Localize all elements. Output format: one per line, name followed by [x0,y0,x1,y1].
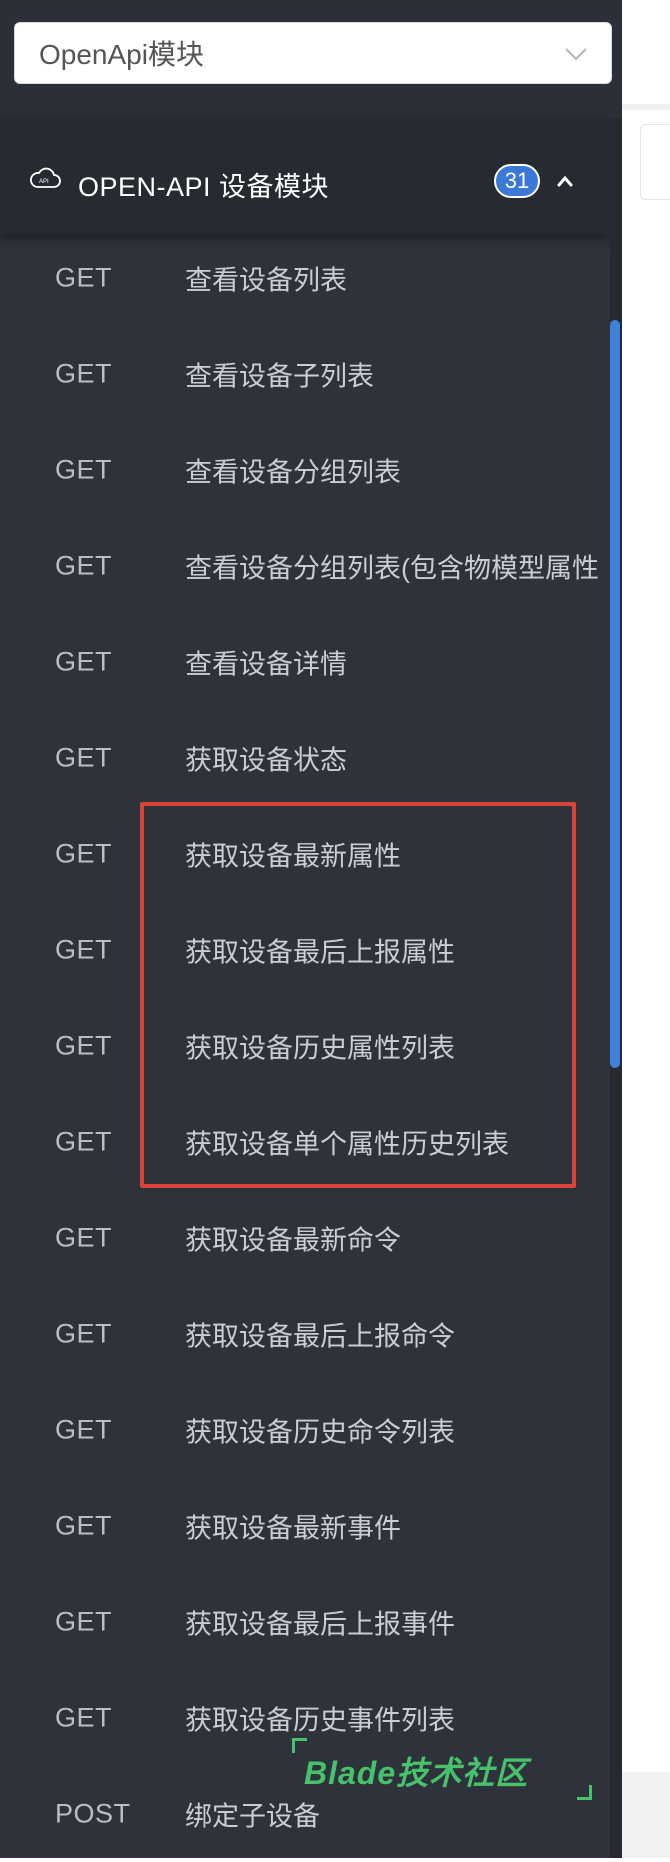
endpoint-label: 绑定子设备 [185,1801,320,1832]
list-item[interactable]: GET 获取设备状态 [0,710,610,806]
http-method: GET [55,1318,113,1349]
http-method: GET [55,1510,113,1541]
http-method: GET [55,1414,113,1445]
http-method: GET [55,454,113,485]
http-method: GET [55,358,113,389]
endpoint-label: 获取设备最新命令 [185,1225,401,1256]
http-method: GET [55,934,113,965]
scrollbar-thumb[interactable] [610,320,620,1068]
svg-text:API: API [39,179,49,185]
list-item[interactable]: GET 获取设备单个属性历史列表 [0,1094,610,1190]
endpoint-label: 获取设备历史事件列表 [185,1705,455,1736]
group-title: OPEN-API 设备模块 [78,172,330,202]
http-method: GET [55,742,113,773]
list-item[interactable]: GET 查看设备分组列表 [0,422,610,518]
list-item[interactable]: GET 查看设备分组列表(包含物模型属性 [0,518,610,614]
watermark-bracket-right [577,1785,592,1800]
watermark: Blade技术社区 [292,1738,592,1800]
endpoint-label: 获取设备最后上报属性 [185,937,455,968]
endpoint-label: 获取设备历史命令列表 [185,1417,455,1448]
endpoint-label: 查看设备分组列表(包含物模型属性 [185,553,599,584]
endpoint-label: 查看设备详情 [185,649,347,680]
list-item[interactable]: GET 获取设备最后上报属性 [0,902,610,998]
list-item[interactable]: GET 获取设备最新事件 [0,1478,610,1574]
content-panel-footer [622,1772,670,1858]
endpoint-label: 获取设备最后上报事件 [185,1609,455,1640]
list-item[interactable]: GET 获取设备历史命令列表 [0,1382,610,1478]
list-item[interactable]: GET 查看设备详情 [0,614,610,710]
chevron-down-icon [565,48,587,61]
http-method: GET [55,1702,113,1733]
endpoint-label: 获取设备最后上报命令 [185,1321,455,1352]
list-item[interactable]: GET 获取设备最新命令 [0,1190,610,1286]
endpoint-label: 获取设备最新属性 [185,841,401,872]
endpoint-count-badge: 31 [494,164,540,198]
list-item[interactable]: GET 获取设备历史属性列表 [0,998,610,1094]
content-panel-header-strip [622,104,670,110]
endpoint-label: 获取设备最新事件 [185,1513,401,1544]
http-method: POST [55,1798,131,1829]
watermark-text: Blade技术社区 [304,1755,529,1791]
http-method: GET [55,1606,113,1637]
list-item[interactable]: GET 查看设备子列表 [0,326,610,422]
list-item[interactable]: GET 获取设备最后上报命令 [0,1286,610,1382]
http-method: GET [55,262,113,293]
chevron-up-icon[interactable] [556,172,574,190]
content-panel [622,0,670,1858]
endpoint-label: 获取设备历史属性列表 [185,1033,455,1064]
cloud-api-icon: API [30,167,61,188]
list-item[interactable]: GET 获取设备最新属性 [0,806,610,902]
endpoint-label: 获取设备状态 [185,745,347,776]
module-select-value: OpenApi模块 [39,39,204,70]
http-method: GET [55,1126,113,1157]
http-method: GET [55,1030,113,1061]
list-item[interactable]: GET 查看设备列表 [0,230,610,326]
http-method: GET [55,550,113,581]
endpoint-label: 获取设备单个属性历史列表 [185,1129,509,1160]
http-method: GET [55,838,113,869]
http-method: GET [55,646,113,677]
module-select[interactable]: OpenApi模块 [14,22,612,84]
endpoint-label: 查看设备列表 [185,265,347,296]
content-card-edge [640,124,670,200]
http-method: GET [55,1222,113,1253]
endpoint-label: 查看设备分组列表 [185,457,401,488]
endpoint-label: 查看设备子列表 [185,361,374,392]
list-item[interactable]: GET 获取设备最后上报事件 [0,1574,610,1670]
